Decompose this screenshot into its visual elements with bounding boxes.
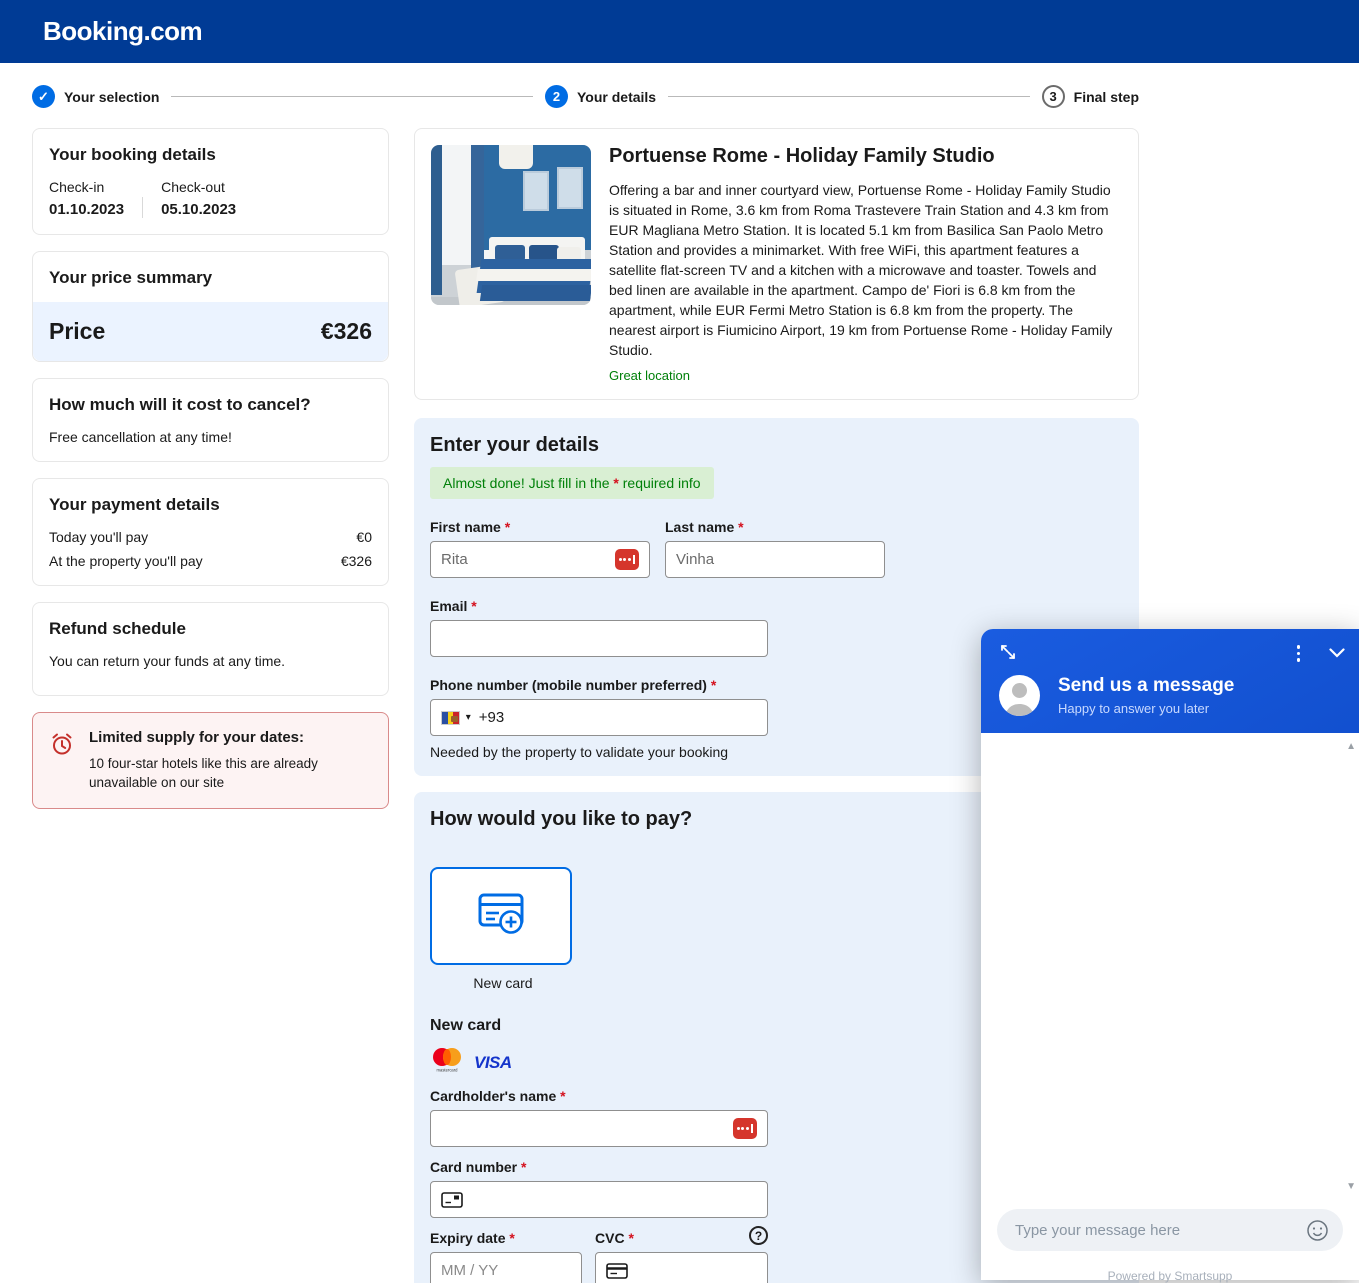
- booking-sidebar: Your booking details Check-in 01.10.2023…: [32, 128, 389, 809]
- phone-label: Phone number (mobile number preferred) *: [430, 677, 768, 693]
- last-name-label: Last name *: [665, 519, 885, 535]
- property-description: Offering a bar and inner courtyard view,…: [609, 180, 1122, 360]
- step-3-badge: 3: [1042, 85, 1065, 108]
- cancel-cost-card: How much will it cost to cancel? Free ca…: [32, 378, 389, 462]
- chat-message-input[interactable]: [1015, 1222, 1306, 1239]
- check-in-date: 01.10.2023: [49, 201, 124, 218]
- last-name-input[interactable]: [676, 542, 874, 577]
- payment-details-title: Your payment details: [49, 495, 372, 515]
- expiry-label: Expiry date *: [430, 1230, 582, 1246]
- almost-done-banner: Almost done! Just fill in the * required…: [430, 467, 714, 499]
- emoji-icon[interactable]: [1306, 1219, 1329, 1242]
- new-card-tile[interactable]: [430, 867, 572, 965]
- mastercard-icon: mastercard: [430, 1047, 464, 1078]
- payment-details-card: Your payment details Today you'll pay €0…: [32, 478, 389, 586]
- chat-message-area: ▲ ▼ Powered by Smartsupp: [981, 733, 1359, 1280]
- app-header: Booking.com: [0, 0, 1359, 63]
- price-summary-card: Your price summary Price €326: [32, 251, 389, 362]
- property-title: Portuense Rome - Holiday Family Studio: [609, 145, 1122, 168]
- booking-details-title: Your booking details: [49, 145, 372, 165]
- payment-row-today: Today you'll pay €0: [49, 529, 372, 545]
- today-amount: €0: [356, 529, 372, 545]
- password-manager-icon[interactable]: [733, 1118, 757, 1139]
- chevron-down-icon[interactable]: ▾: [466, 712, 471, 723]
- new-card-icon: [473, 890, 529, 943]
- country-flag-icon[interactable]: [441, 711, 460, 725]
- cvc-input[interactable]: [636, 1253, 757, 1283]
- progress-step-your-details[interactable]: 2 Your details: [545, 85, 656, 108]
- refund-schedule-card: Refund schedule You can return your fund…: [32, 602, 389, 696]
- enter-details-title: Enter your details: [430, 434, 1123, 457]
- refund-schedule-title: Refund schedule: [49, 619, 372, 639]
- password-manager-icon[interactable]: [615, 549, 639, 570]
- email-input[interactable]: [441, 621, 757, 656]
- chat-powered-by[interactable]: Powered by Smartsupp: [981, 1269, 1359, 1283]
- price-value: €326: [321, 318, 372, 345]
- check-out-date: 05.10.2023: [161, 201, 236, 218]
- cvc-card-icon: [606, 1263, 628, 1279]
- check-out-block: Check-out 05.10.2023: [161, 179, 236, 218]
- cardholder-input[interactable]: [441, 1111, 733, 1146]
- svg-text:mastercard: mastercard: [437, 1068, 459, 1073]
- property-card: Portuense Rome - Holiday Family Studio O…: [414, 128, 1139, 400]
- price-summary-title: Your price summary: [49, 268, 372, 288]
- expand-icon[interactable]: [999, 643, 1017, 666]
- chat-header: Send us a message Happy to answer you la…: [981, 629, 1359, 733]
- scroll-up-icon[interactable]: ▲: [1346, 741, 1356, 752]
- email-field-block: Email *: [430, 598, 768, 657]
- chat-widget: Send us a message Happy to answer you la…: [981, 629, 1359, 1280]
- last-name-field-block: Last name *: [665, 519, 885, 578]
- cvc-field-block: CVC *: [595, 1230, 768, 1283]
- agent-avatar: [999, 675, 1040, 716]
- expiry-input[interactable]: [441, 1253, 571, 1283]
- first-name-field-block: First name *: [430, 519, 650, 578]
- cancel-cost-title: How much will it cost to cancel?: [49, 395, 372, 415]
- email-label: Email *: [430, 598, 768, 614]
- phone-input[interactable]: [479, 700, 757, 735]
- visa-icon: VISA: [474, 1053, 512, 1073]
- limited-supply-alert: Limited supply for your dates: 10 four-s…: [32, 712, 389, 809]
- payment-row-property: At the property you'll pay €326: [49, 553, 372, 569]
- step-2-badge: 2: [545, 85, 568, 108]
- refund-schedule-text: You can return your funds at any time.: [49, 653, 372, 669]
- date-divider: [142, 197, 143, 218]
- booking-logo[interactable]: Booking.com: [43, 16, 202, 47]
- property-photo: [431, 145, 591, 305]
- credit-card-icon: [441, 1192, 463, 1208]
- kebab-menu-icon[interactable]: [1293, 641, 1305, 666]
- progress-step-final-step[interactable]: 3 Final step: [1042, 85, 1139, 108]
- chat-title: Send us a message: [1058, 675, 1234, 697]
- progress-connector: [668, 96, 1030, 97]
- first-name-label: First name *: [430, 519, 650, 535]
- price-label: Price: [49, 318, 105, 345]
- chat-subtitle: Happy to answer you later: [1058, 701, 1234, 716]
- progress-step-your-selection[interactable]: ✓ Your selection: [32, 85, 159, 108]
- check-icon: ✓: [32, 85, 55, 108]
- phone-field-block: Phone number (mobile number preferred) *…: [430, 677, 768, 760]
- new-card-tile-label: New card: [430, 975, 576, 991]
- progress-connector: [171, 96, 533, 97]
- chevron-down-icon[interactable]: [1329, 645, 1345, 663]
- great-location-note: Great location: [609, 368, 1122, 383]
- checkout-progress: ✓ Your selection 2 Your details 3 Final …: [32, 85, 1139, 108]
- booking-details-card: Your booking details Check-in 01.10.2023…: [32, 128, 389, 235]
- chat-input-bar: [997, 1209, 1343, 1251]
- cancel-cost-text: Free cancellation at any time!: [49, 429, 372, 445]
- limited-supply-text: 10 four-star hotels like this are alread…: [89, 754, 339, 792]
- cvc-help-icon[interactable]: ?: [749, 1226, 768, 1245]
- scroll-down-icon[interactable]: ▼: [1346, 1181, 1356, 1192]
- property-amount: €326: [341, 553, 372, 569]
- first-name-input[interactable]: [441, 542, 615, 577]
- phone-helper-text: Needed by the property to validate your …: [430, 744, 768, 760]
- price-row: Price €326: [33, 302, 388, 361]
- cvc-label: CVC *: [595, 1230, 768, 1246]
- alarm-clock-icon: [49, 731, 75, 792]
- expiry-field-block: Expiry date *: [430, 1230, 582, 1283]
- check-in-block: Check-in 01.10.2023: [49, 179, 124, 218]
- limited-supply-title: Limited supply for your dates:: [89, 729, 339, 746]
- card-number-input[interactable]: [471, 1182, 757, 1217]
